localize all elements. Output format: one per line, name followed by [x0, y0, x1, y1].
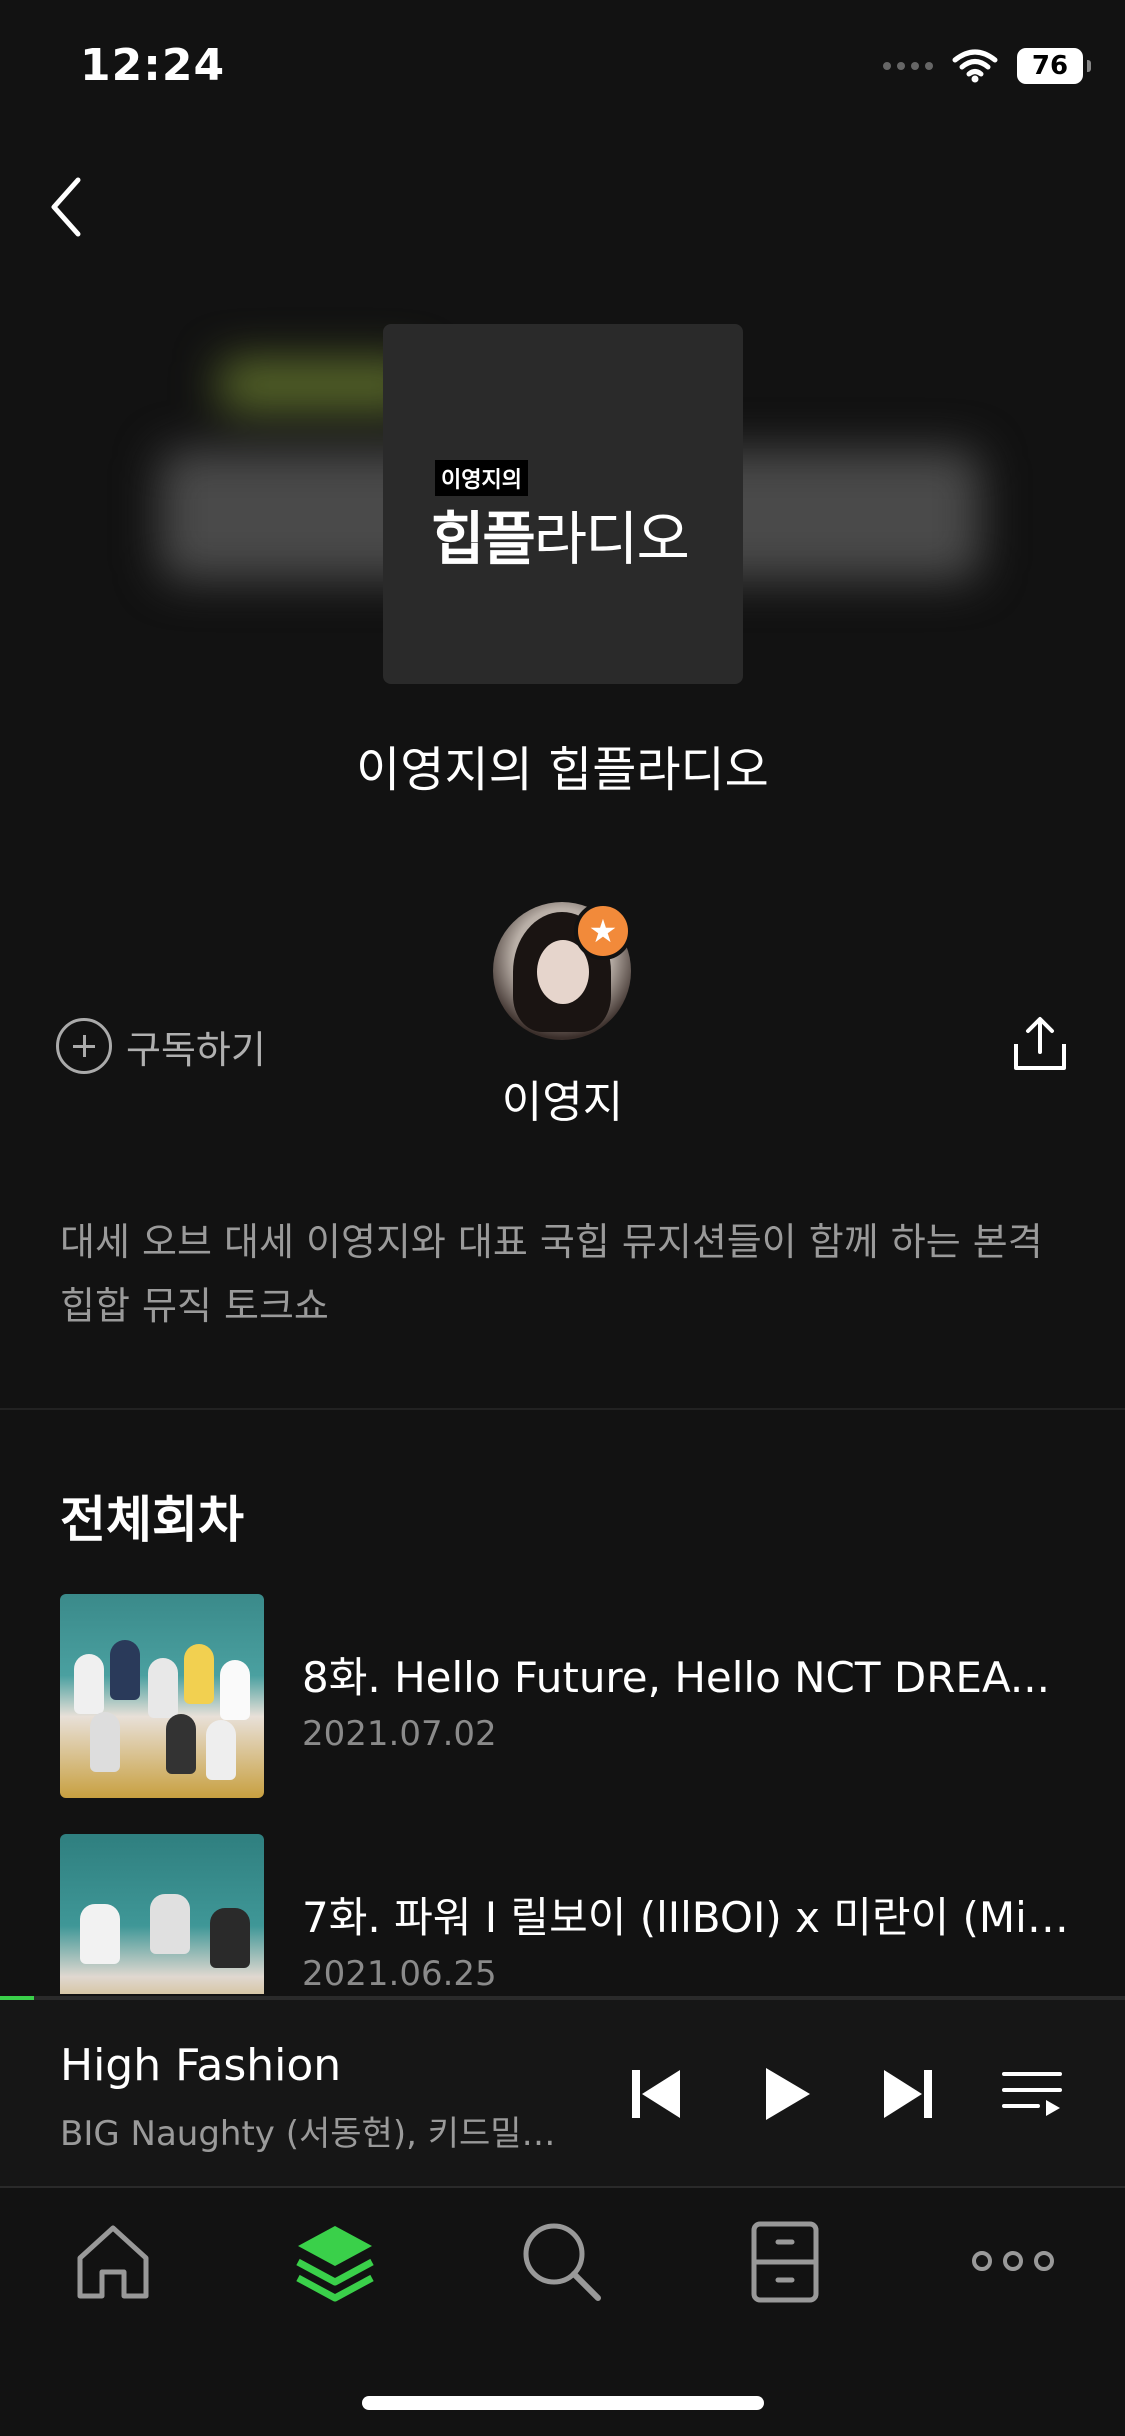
cover-subtitle: 이영지의 [435, 460, 528, 496]
star-badge-icon: ★ [574, 902, 632, 960]
host-name[interactable]: 이영지 [0, 1066, 1125, 1130]
status-time: 12:24 [80, 40, 226, 91]
episode-title: 7화. 파워 I 릴보이 (lIlBOI) x 미란이 (Mir... [302, 1893, 1070, 1942]
cover-title-bold: 힙플 [431, 505, 536, 573]
show-title: 이영지의 힙플라디오 [356, 742, 769, 798]
back-button[interactable] [42, 172, 92, 242]
home-indicator [362, 2396, 764, 2410]
wifi-icon [952, 49, 998, 83]
storage-icon[interactable] [740, 2216, 830, 2306]
show-description: 대세 오브 대세 이영지와 대표 국힙 뮤지션들이 함께 하는 본격 힙합 뮤직… [60, 1220, 1043, 1328]
library-icon[interactable] [290, 2216, 380, 2306]
status-indicators: 76 [883, 48, 1091, 84]
episode-date: 2021.07.02 [302, 1714, 497, 1754]
episode-item[interactable]: 7화. 파워 I 릴보이 (lIlBOI) x 미란이 (Mir... 2021… [60, 1834, 1070, 1994]
episode-title: 8화. Hello Future, Hello NCT DREA... [302, 1653, 1050, 1702]
cellular-signal-icon [883, 62, 933, 70]
cover-title-thin: 라디오 [533, 505, 690, 573]
share-button[interactable] [1010, 1014, 1070, 1074]
show-cover-art: 이영지의 힙플라디오 [383, 324, 743, 684]
divider [0, 1408, 1125, 1410]
cover-title: 힙플라디오 [431, 492, 690, 576]
home-icon[interactable] [68, 2216, 158, 2306]
track-title: High Fashion [60, 2040, 342, 2091]
playback-progress-bar [0, 1996, 34, 2000]
battery-icon: 76 [1017, 48, 1091, 84]
queue-button[interactable] [1000, 2062, 1064, 2126]
episodes-section-title: 전체회차 [60, 1491, 244, 1549]
mini-player[interactable]: High Fashion BIG Naughty (서동현), 키드밀리... [0, 1996, 1125, 2186]
more-icon[interactable] [968, 2216, 1058, 2306]
episode-thumbnail [60, 1834, 264, 1994]
episode-date: 2021.06.25 [302, 1954, 497, 1994]
previous-button[interactable] [624, 2062, 688, 2126]
track-artist: BIG Naughty (서동현), 키드밀리... [60, 2114, 580, 2154]
play-button[interactable] [754, 2062, 818, 2126]
episode-item[interactable]: 8화. Hello Future, Hello NCT DREA... 2021… [60, 1594, 1070, 1800]
search-icon[interactable] [516, 2216, 606, 2306]
episode-thumbnail [60, 1594, 264, 1798]
next-button[interactable] [876, 2062, 940, 2126]
